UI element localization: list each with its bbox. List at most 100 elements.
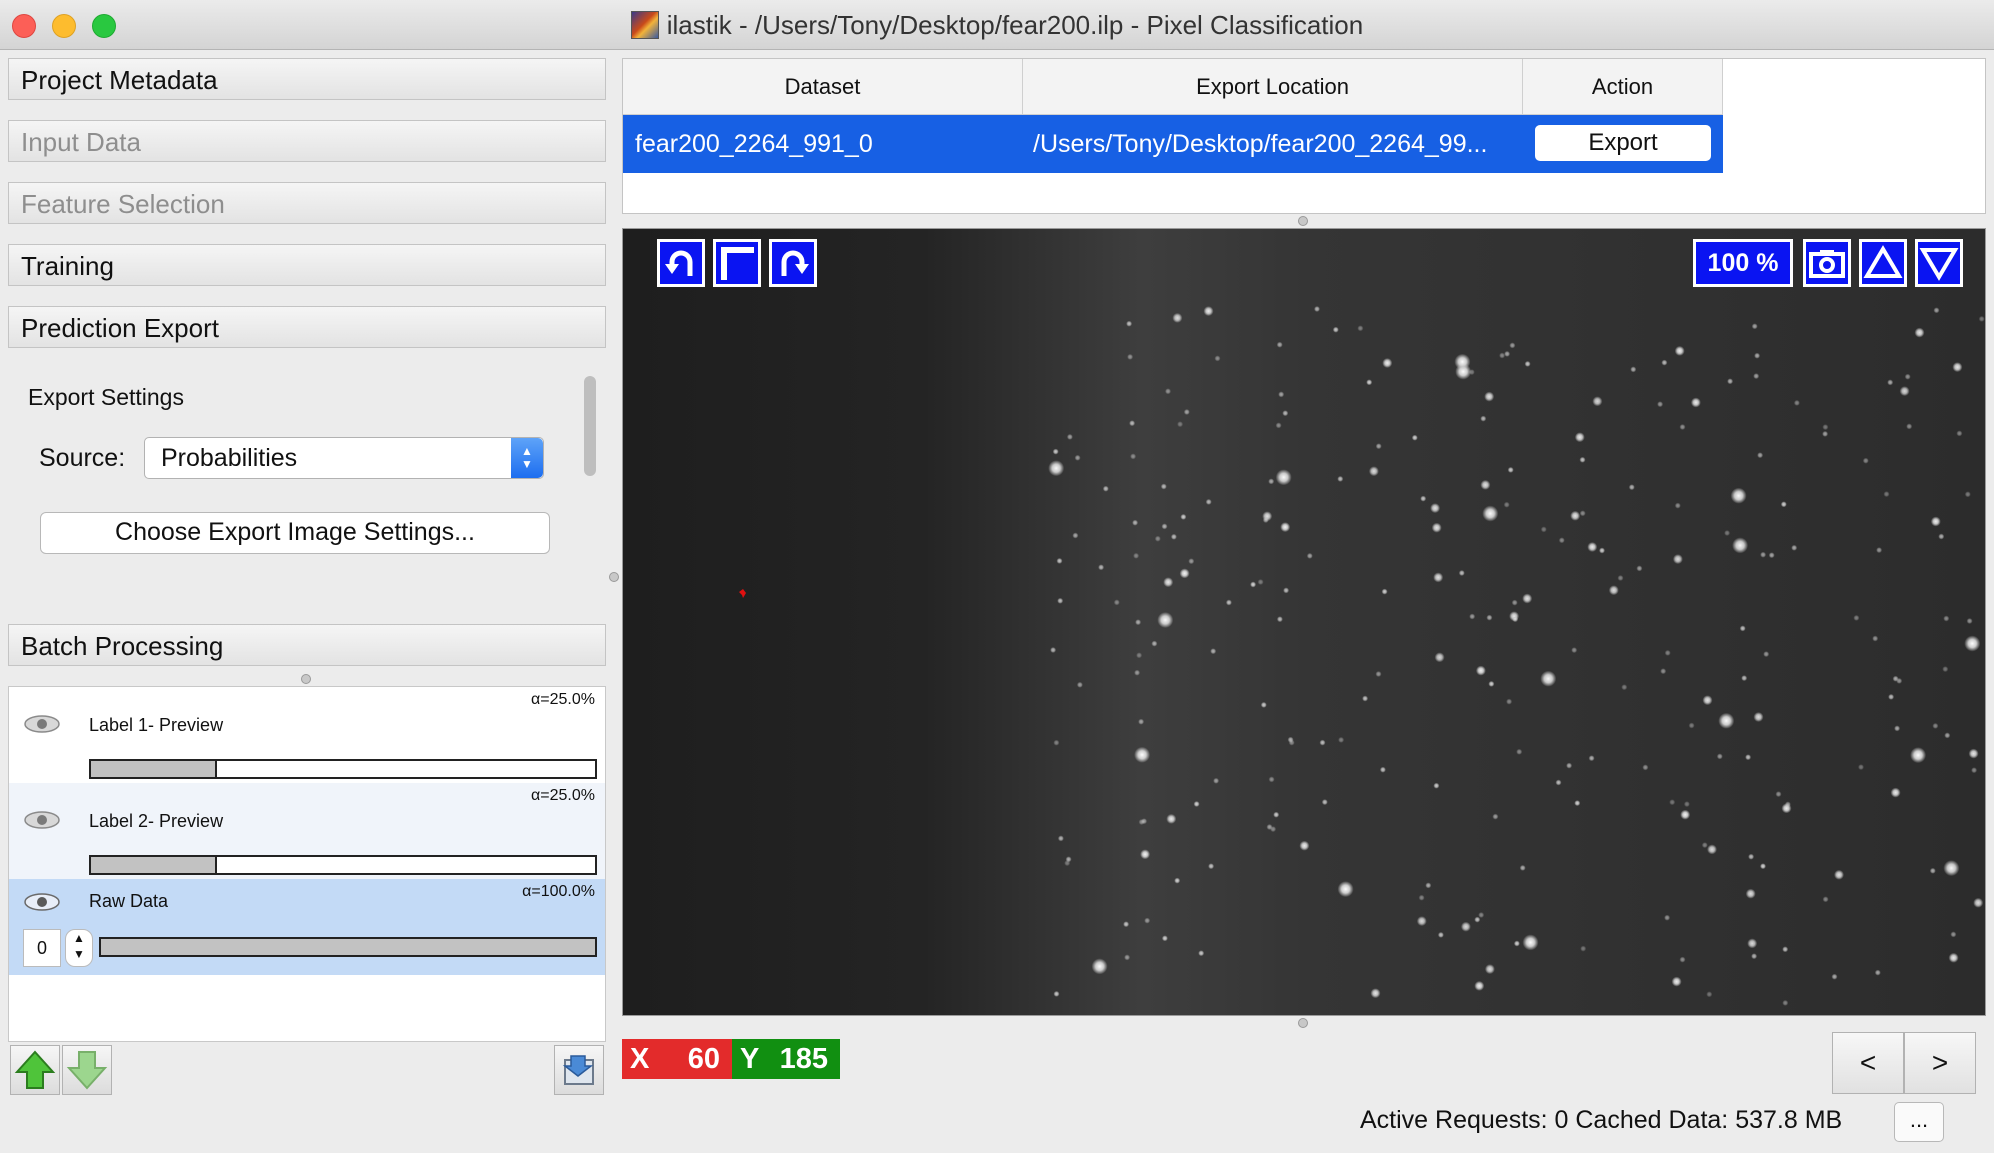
cell-spot (1683, 801, 1690, 808)
cell-spot (1276, 616, 1283, 623)
cell-spot (1177, 421, 1184, 428)
applet-input-data[interactable]: Input Data (8, 120, 606, 162)
cell-spot (1664, 914, 1671, 921)
more-options-button[interactable]: ... (1894, 1102, 1944, 1142)
opacity-fill (91, 761, 217, 777)
cell-spot (1862, 457, 1869, 464)
channel-spinbox[interactable]: 0 (23, 929, 61, 967)
layer-name: Label 2- Preview (89, 811, 224, 831)
cell-spot (1888, 693, 1895, 700)
cell-spot (1519, 864, 1526, 871)
cell-spot (1074, 454, 1081, 461)
vertical-scrollbar-thumb[interactable] (584, 376, 596, 476)
cell-spot (1555, 779, 1562, 786)
applet-project-metadata[interactable]: Project Metadata (8, 58, 606, 100)
table-row[interactable]: fear200_2264_991_0 /Users/Tony/Desktop/f… (623, 115, 1723, 173)
column-header-action[interactable]: Action (1523, 59, 1723, 115)
cell-spot (1091, 958, 1108, 975)
cell-spot (1753, 712, 1764, 722)
applet-batch-processing[interactable]: Batch Processing (8, 624, 606, 666)
cell-spot (1430, 503, 1441, 514)
undo-icon (665, 250, 693, 276)
layer-item-label-1[interactable]: Label 1- Preview α=25.0% (9, 687, 605, 783)
crop-button[interactable] (713, 239, 761, 287)
cell-spot (1727, 378, 1734, 385)
layer-item-raw-data[interactable]: Raw Data α=100.0% 0 ▲ ▼ (9, 879, 605, 975)
layer-opacity-slider[interactable] (89, 759, 597, 779)
column-header-dataset[interactable]: Dataset (623, 59, 1023, 115)
layer-opacity-slider[interactable] (89, 855, 597, 875)
layer-opacity-slider[interactable] (99, 937, 597, 957)
column-header-export-location[interactable]: Export Location (1023, 59, 1523, 115)
cell-spot (1883, 491, 1890, 498)
cell-spot (1978, 315, 1985, 322)
cell-spot (1475, 665, 1486, 676)
cell-spot (1480, 479, 1491, 490)
zoom-level-button[interactable]: 100 % (1693, 239, 1793, 287)
choose-export-image-settings-button[interactable]: Choose Export Image Settings... (40, 512, 550, 554)
layer-name: Label 1- Preview (89, 715, 224, 735)
image-viewer[interactable]: 100 % (622, 228, 1986, 1016)
rotate-right-button[interactable] (769, 239, 817, 287)
applet-training[interactable]: Training (8, 244, 606, 286)
move-layer-up-button[interactable] (10, 1045, 60, 1095)
move-layer-down-button[interactable] (62, 1045, 112, 1095)
cell-spot (1642, 764, 1649, 771)
table-viewer-splitter-handle[interactable] (1298, 216, 1308, 226)
raw-image[interactable] (623, 229, 1986, 1016)
eye-icon[interactable] (23, 809, 61, 831)
next-button[interactable]: > (1904, 1032, 1976, 1094)
cell-spot (1896, 677, 1903, 684)
export-button[interactable]: Export (1535, 125, 1711, 161)
import-layer-button[interactable] (554, 1045, 604, 1095)
y-coordinate-badge: Y 185 (732, 1039, 840, 1079)
cell-spot (1781, 803, 1792, 814)
cell-spot (1140, 849, 1151, 860)
source-select[interactable]: Probabilities ▲ ▼ (144, 437, 544, 479)
snapshot-button[interactable] (1803, 239, 1851, 287)
status-text: Active Requests: 0 Cached Data: 537.8 MB (1360, 1106, 1843, 1134)
import-icon (562, 1055, 594, 1085)
cell-spot (1268, 478, 1275, 485)
applet-prediction-export[interactable]: Prediction Export (8, 306, 606, 348)
cell-spot (1266, 824, 1273, 830)
cell-spot (1478, 912, 1485, 918)
cell-spot (1739, 625, 1746, 632)
cell-spot (1932, 722, 1939, 729)
eye-icon[interactable] (23, 891, 61, 913)
slice-up-button[interactable] (1859, 239, 1907, 287)
cell-spot (1102, 485, 1109, 492)
cell-spot (1132, 519, 1139, 526)
cell-spot (1910, 747, 1927, 764)
cell-spot (1657, 401, 1664, 408)
viewer-bottom-splitter-handle[interactable] (1298, 1018, 1308, 1028)
previous-button[interactable]: < (1832, 1032, 1904, 1094)
arrow-down-icon (66, 1051, 108, 1090)
cell-spot (1580, 945, 1587, 952)
cell-spot (1098, 564, 1105, 571)
applet-feature-selection[interactable]: Feature Selection (8, 182, 606, 224)
cell-spot (1157, 612, 1174, 628)
rotate-left-button[interactable] (657, 239, 705, 287)
vertical-splitter-handle[interactable] (609, 572, 619, 582)
slice-down-button[interactable] (1915, 239, 1963, 287)
cell-spot (1782, 946, 1789, 953)
cell-spot (1966, 618, 1973, 624)
cell-spot (1948, 952, 1959, 963)
cell-spot (1751, 323, 1758, 330)
layer-alpha: α=25.0% (531, 787, 595, 804)
cell-spot (1314, 306, 1320, 312)
left-splitter-handle[interactable] (301, 674, 311, 684)
cell-spot (1574, 432, 1585, 443)
eye-icon[interactable] (23, 713, 61, 735)
layer-item-label-2[interactable]: Label 2- Preview α=25.0% (9, 783, 605, 879)
cell-spot (1225, 599, 1232, 606)
spinbox-arrows-icon[interactable]: ▲ ▼ (65, 929, 93, 967)
export-settings-vertical-scrollbar[interactable] (582, 372, 600, 604)
y-axis-label: Y (740, 1043, 760, 1075)
cell-spot (1672, 554, 1683, 565)
cell-spot (1968, 748, 1979, 759)
layer-toolbar (8, 1042, 606, 1098)
triangle-up-icon (1863, 245, 1903, 278)
window-title: ilastik - /Users/Tony/Desktop/fear200.il… (666, 10, 1364, 40)
